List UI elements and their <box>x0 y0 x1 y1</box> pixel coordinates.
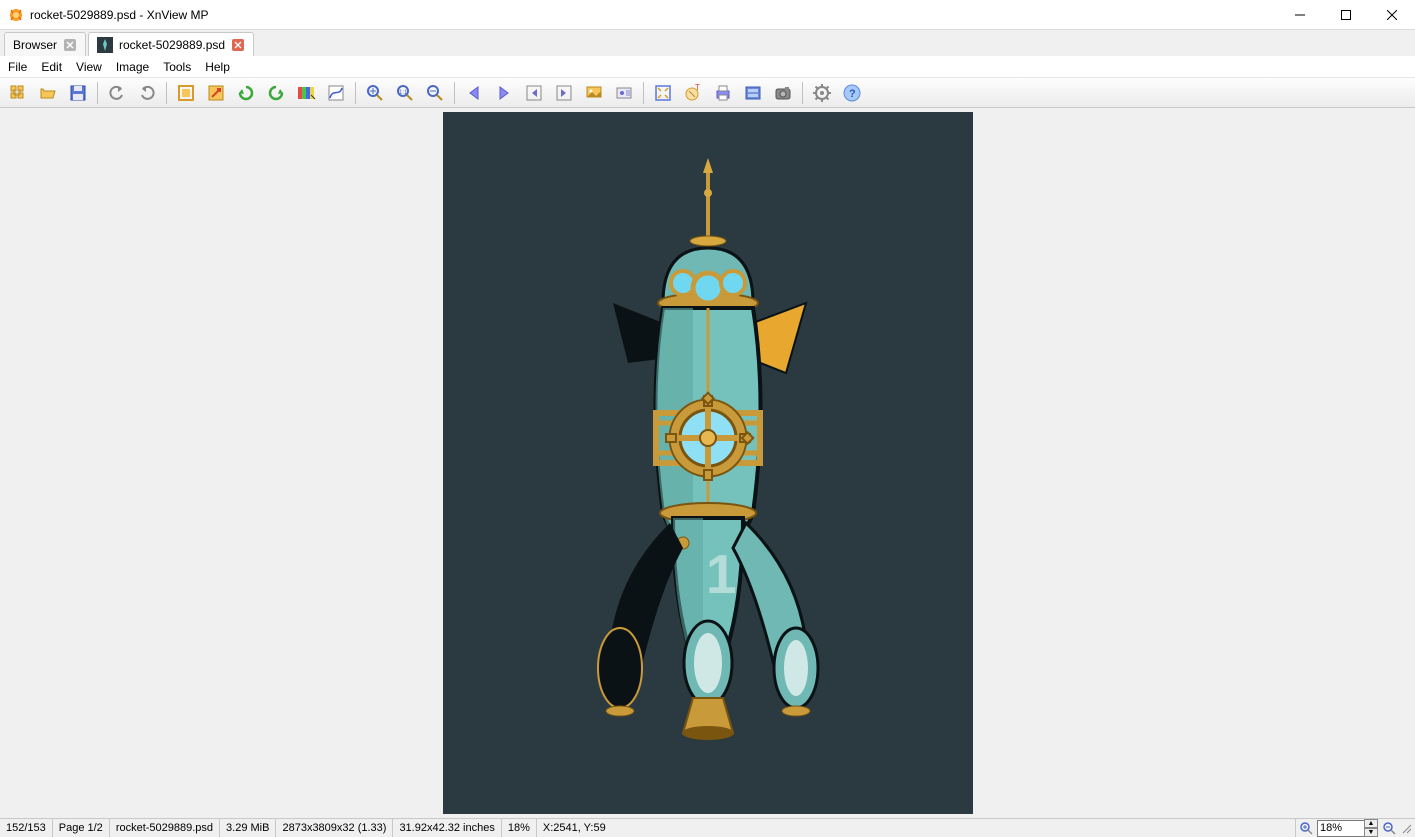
minimize-button[interactable] <box>1277 0 1323 29</box>
maximize-button[interactable] <box>1323 0 1369 29</box>
first-button[interactable] <box>520 80 548 106</box>
status-index: 152/153 <box>0 819 53 837</box>
toolbar: 1:1 T ? <box>0 78 1415 108</box>
quickview-button[interactable] <box>580 80 608 106</box>
svg-text:1: 1 <box>706 543 737 605</box>
status-zoom: 18% <box>502 819 537 837</box>
status-coords: X:2541, Y:59 <box>537 819 612 837</box>
zoom-in-button[interactable] <box>361 80 389 106</box>
zoom-in-icon[interactable] <box>1299 821 1313 835</box>
redo-button[interactable] <box>133 80 161 106</box>
tab-image[interactable]: rocket-5029889.psd <box>88 32 254 56</box>
close-tab-icon[interactable] <box>231 38 245 52</box>
tab-thumb-icon <box>97 37 113 53</box>
open-button[interactable] <box>34 80 62 106</box>
zoom-100-button[interactable]: 1:1 <box>391 80 419 106</box>
fit-image-button[interactable] <box>649 80 677 106</box>
slideshow-button[interactable] <box>610 80 638 106</box>
window-title: rocket-5029889.psd - XnView MP <box>30 8 1277 22</box>
undo-button[interactable] <box>103 80 131 106</box>
color-map-button[interactable] <box>292 80 320 106</box>
tab-label: Browser <box>13 38 57 52</box>
tab-browser[interactable]: Browser <box>4 32 86 56</box>
zoom-out-icon[interactable] <box>1382 821 1396 835</box>
resize-grip-icon[interactable] <box>1400 822 1412 834</box>
browser-button[interactable] <box>4 80 32 106</box>
svg-text:T: T <box>695 83 700 92</box>
acquire-button[interactable] <box>739 80 767 106</box>
title-bar: rocket-5029889.psd - XnView MP <box>0 0 1415 30</box>
draw-button[interactable]: T <box>679 80 707 106</box>
help-button[interactable]: ? <box>838 80 866 106</box>
menu-file[interactable]: File <box>8 60 27 74</box>
menu-image[interactable]: Image <box>116 60 149 74</box>
save-button[interactable] <box>64 80 92 106</box>
tab-label: rocket-5029889.psd <box>119 38 225 52</box>
menu-edit[interactable]: Edit <box>41 60 62 74</box>
menu-view[interactable]: View <box>76 60 102 74</box>
status-dimensions: 2873x3809x32 (1.33) <box>276 819 393 837</box>
zoom-spin-up[interactable]: ▲ <box>1364 819 1378 828</box>
capture-button[interactable] <box>769 80 797 106</box>
settings-button[interactable] <box>808 80 836 106</box>
levels-button[interactable] <box>322 80 350 106</box>
close-button[interactable] <box>1369 0 1415 29</box>
rocket-illustration: 1 <box>528 153 888 773</box>
last-button[interactable] <box>550 80 578 106</box>
tab-bar: Browser rocket-5029889.psd <box>0 30 1415 56</box>
status-page: Page 1/2 <box>53 819 110 837</box>
app-icon <box>8 7 24 23</box>
svg-text:?: ? <box>849 88 856 100</box>
zoom-input[interactable] <box>1317 820 1365 837</box>
print-button[interactable] <box>709 80 737 106</box>
next-button[interactable] <box>490 80 518 106</box>
svg-text:1:1: 1:1 <box>399 90 408 96</box>
status-filesize: 3.29 MiB <box>220 819 276 837</box>
close-tab-icon[interactable] <box>63 38 77 52</box>
menu-bar: File Edit View Image Tools Help <box>0 56 1415 78</box>
prev-button[interactable] <box>460 80 488 106</box>
image-canvas[interactable]: 1 <box>0 108 1415 818</box>
resize-button[interactable] <box>202 80 230 106</box>
status-bar: 152/153 Page 1/2 rocket-5029889.psd 3.29… <box>0 818 1415 837</box>
crop-button[interactable] <box>172 80 200 106</box>
menu-tools[interactable]: Tools <box>163 60 191 74</box>
menu-help[interactable]: Help <box>205 60 230 74</box>
status-filename: rocket-5029889.psd <box>110 819 220 837</box>
rotate-right-button[interactable] <box>262 80 290 106</box>
rotate-left-button[interactable] <box>232 80 260 106</box>
image-content: 1 <box>443 112 973 814</box>
zoom-spin-down[interactable]: ▼ <box>1364 828 1378 837</box>
status-inches: 31.92x42.32 inches <box>393 819 501 837</box>
zoom-out-button[interactable] <box>421 80 449 106</box>
